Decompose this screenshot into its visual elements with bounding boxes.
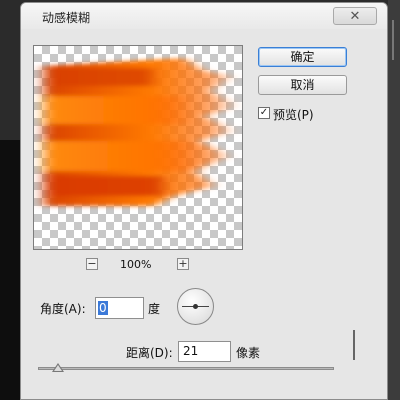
slider-thumb-highlight [54, 365, 62, 371]
angle-dial[interactable] [177, 288, 214, 325]
plus-icon: + [178, 257, 188, 270]
minus-icon: − [87, 257, 97, 270]
background-edge [388, 0, 400, 400]
blurred-flame-image [44, 58, 239, 206]
zoom-level: 100% [120, 258, 152, 271]
zoom-in-button[interactable]: + [177, 258, 189, 270]
cancel-button[interactable]: 取消 [258, 75, 347, 95]
distance-unit: 像素 [236, 346, 261, 360]
background-scroll-mark [392, 20, 394, 60]
distance-label: 距离(D): [126, 346, 173, 360]
dialog-title: 动感模糊 [42, 11, 91, 25]
angle-label: 角度(A): [40, 302, 86, 316]
zoom-out-button[interactable]: − [86, 258, 98, 270]
angle-unit: 度 [148, 302, 161, 316]
distance-value: 21 [183, 344, 199, 358]
preview-checkbox[interactable]: ✓ [258, 107, 270, 119]
close-icon: ✕ [349, 8, 361, 24]
checkmark-icon: ✓ [259, 107, 269, 118]
distance-input[interactable]: 21 [178, 341, 231, 362]
resize-grip[interactable] [353, 330, 355, 360]
preview-checkbox-label[interactable]: 预览(P) [273, 106, 314, 123]
background-panel [0, 140, 20, 400]
angle-value: 0 [98, 301, 108, 315]
dialog-titlebar[interactable]: 动感模糊 ✕ [21, 3, 387, 29]
close-button[interactable]: ✕ [333, 7, 377, 25]
angle-input[interactable]: 0 [95, 297, 144, 319]
filter-preview[interactable] [33, 45, 243, 250]
dial-center-dot [193, 304, 198, 309]
ok-button[interactable]: 确定 [258, 47, 347, 67]
distance-slider-track[interactable] [38, 367, 334, 370]
